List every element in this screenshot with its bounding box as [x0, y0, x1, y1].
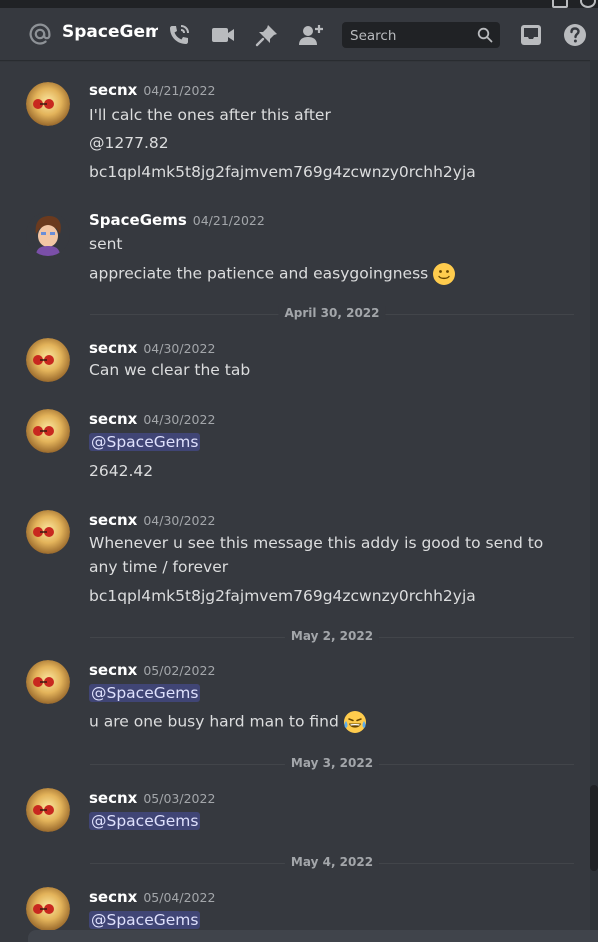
message: secnx 05/03/2022 @SpaceGems	[0, 788, 590, 838]
message-timestamp: 04/30/2022	[143, 341, 216, 356]
message-author[interactable]: secnx 04/30/2022	[89, 410, 215, 428]
message: secnx 04/21/2022 I'll calc the ones after…	[0, 78, 590, 188]
message-text: sent	[89, 235, 123, 253]
message: secnx 04/30/2022 @SpaceGems 2642.42	[0, 409, 590, 489]
phone-call-icon[interactable]	[166, 22, 192, 48]
message-mention-line: @SpaceGems	[89, 812, 201, 830]
search-input[interactable]	[348, 25, 472, 47]
message-composer[interactable]	[28, 930, 598, 942]
message-timestamp: 05/02/2022	[143, 663, 216, 678]
avatar[interactable]	[26, 510, 70, 554]
message: secnx 04/30/2022 Whenever u see this mess…	[0, 510, 590, 610]
message-mention-line: @SpaceGems	[89, 911, 201, 929]
message: SpaceGems 04/21/2022 sent appreciate the …	[0, 208, 590, 288]
message-timestamp: 04/30/2022	[143, 513, 216, 528]
tears-of-joy-emoji	[343, 711, 366, 733]
message: secnx 05/02/2022 @SpaceGems u are one bus…	[0, 660, 590, 740]
inbox-icon[interactable]	[518, 22, 544, 48]
message-timestamp: 05/04/2022	[143, 890, 216, 905]
message-text: Can we clear the tab	[89, 361, 251, 379]
user-mention[interactable]: @SpaceGems	[89, 684, 201, 702]
date-divider: May 4, 2022	[90, 855, 574, 869]
message-author[interactable]: secnx 04/30/2022	[89, 511, 215, 529]
message-mention-line: @SpaceGems	[89, 433, 201, 451]
user-mention[interactable]: @SpaceGems	[89, 911, 201, 929]
user-mention[interactable]: @SpaceGems	[89, 433, 201, 451]
user-mention[interactable]: @SpaceGems	[89, 812, 201, 830]
channel-header: SpaceGem s	[0, 8, 598, 60]
avatar[interactable]	[26, 660, 70, 704]
date-divider: May 2, 2022	[90, 629, 574, 643]
inbox-window-icon[interactable]	[552, 0, 568, 8]
video-camera-icon[interactable]	[210, 22, 236, 48]
avatar[interactable]	[26, 788, 70, 832]
message-text: 2642.42	[89, 462, 154, 480]
avatar[interactable]	[26, 409, 70, 453]
message-author[interactable]: secnx 04/30/2022	[89, 339, 215, 357]
date-divider: April 30, 2022	[90, 306, 574, 320]
message: secnx 04/30/2022 Can we clear the tab	[0, 338, 590, 388]
search-icon	[477, 27, 493, 43]
channel-name: SpaceGems	[62, 22, 158, 42]
message-timestamp: 04/30/2022	[143, 412, 216, 427]
avatar[interactable]	[26, 82, 70, 126]
message-mention-line: @SpaceGems	[89, 684, 201, 702]
message-timestamp: 04/21/2022	[143, 83, 216, 98]
at-sign-icon	[29, 23, 51, 45]
add-friend-icon[interactable]	[298, 22, 324, 48]
message-author[interactable]: secnx 05/03/2022	[89, 789, 215, 807]
window-titlebar	[0, 0, 598, 8]
message: secnx 05/04/2022 @SpaceGems	[0, 887, 590, 930]
message-text: u are one busy hard man to find	[89, 710, 367, 734]
message-timestamp: 04/21/2022	[192, 213, 265, 228]
help-window-icon[interactable]	[580, 0, 596, 8]
message-text: @1277.82	[89, 134, 169, 152]
message-list[interactable]: secnx 04/21/2022 I'll calc the ones after…	[0, 60, 590, 930]
slightly-smiling-face-emoji	[433, 263, 456, 285]
date-divider: May 3, 2022	[90, 756, 574, 770]
avatar[interactable]	[26, 212, 70, 256]
message-text: bc1qpl4mk5t8jg2fajmvem769g4zcwnzy0rchh2y…	[89, 587, 476, 605]
message-text: Whenever u see this message this addy is…	[89, 534, 544, 552]
message-text: any time / forever	[89, 558, 229, 576]
avatar[interactable]	[26, 887, 70, 930]
message-text: appreciate the patience and easygoingnes…	[89, 262, 456, 286]
message-author[interactable]: secnx 04/21/2022	[89, 81, 215, 99]
scrollbar-thumb[interactable]	[590, 785, 598, 871]
message-text: I'll calc the ones after this after	[89, 106, 331, 124]
message-text: bc1qpl4mk5t8jg2fajmvem769g4zcwnzy0rchh2y…	[89, 163, 476, 181]
pin-icon[interactable]	[254, 22, 280, 48]
message-timestamp: 05/03/2022	[143, 791, 216, 806]
help-icon[interactable]	[562, 22, 588, 48]
message-author[interactable]: secnx 05/04/2022	[89, 888, 215, 906]
avatar[interactable]	[26, 338, 70, 382]
message-author[interactable]: SpaceGems 04/21/2022	[89, 211, 265, 229]
search-bar[interactable]	[342, 22, 500, 48]
message-author[interactable]: secnx 05/02/2022	[89, 661, 215, 679]
